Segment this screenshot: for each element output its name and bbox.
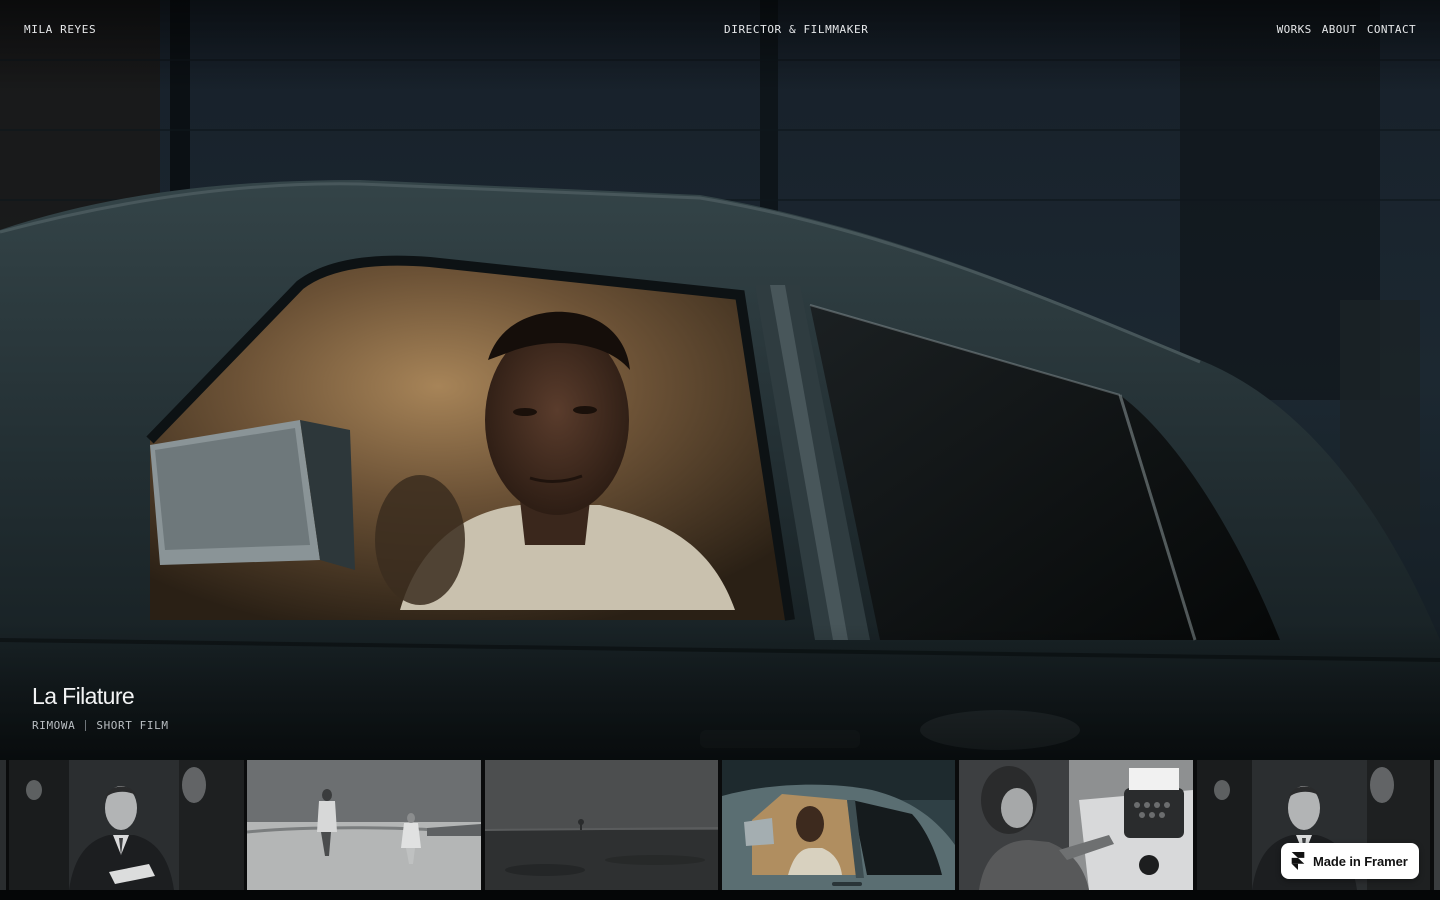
thumbnail-landscape-scene: [485, 760, 718, 890]
thumbnail-edge-left[interactable]: [0, 760, 6, 890]
badge-label: Made in Framer: [1313, 853, 1408, 869]
nav-link-contact[interactable]: CONTACT: [1367, 23, 1416, 36]
site-header: MILA REYES DIRECTOR & FILMMAKER WORKS AB…: [0, 0, 1440, 60]
thumbnail-car-scene: [722, 760, 955, 890]
hero-car-scene: [0, 0, 1440, 760]
thumbnail-4-active[interactable]: [722, 760, 955, 890]
thumbnail-1[interactable]: [9, 760, 244, 890]
site-tagline: DIRECTOR & FILMMAKER: [724, 23, 869, 36]
nav-link-works[interactable]: WORKS: [1277, 23, 1312, 36]
thumbnail-suit-bar-scene: [9, 760, 244, 890]
main-nav: WORKS ABOUT CONTACT: [1277, 23, 1416, 36]
thumbnail-3[interactable]: [485, 760, 718, 890]
thumbnail-typewriter-scene: [959, 760, 1193, 890]
featured-caption: La Filature RIMOWA SHORT FILM: [32, 683, 169, 732]
hero-image[interactable]: [0, 0, 1440, 760]
site-brand[interactable]: MILA REYES: [24, 23, 96, 36]
featured-client: RIMOWA: [32, 719, 76, 732]
thumbnail-2[interactable]: [247, 760, 481, 890]
made-in-framer-badge[interactable]: Made in Framer: [1281, 843, 1419, 879]
framer-logo-icon: [1291, 852, 1305, 870]
thumbnail-edge-right[interactable]: [1434, 760, 1440, 890]
featured-category: SHORT FILM: [96, 719, 169, 732]
featured-meta: RIMOWA SHORT FILM: [32, 719, 169, 732]
nav-link-about[interactable]: ABOUT: [1322, 23, 1357, 36]
thumbnail-field-scene: [247, 760, 481, 890]
bottom-bar: [0, 890, 1440, 900]
featured-film-title[interactable]: La Filature: [32, 683, 169, 710]
film-thumbnail-strip[interactable]: [0, 760, 1440, 890]
meta-divider: [85, 720, 87, 731]
thumbnail-5[interactable]: [959, 760, 1193, 890]
